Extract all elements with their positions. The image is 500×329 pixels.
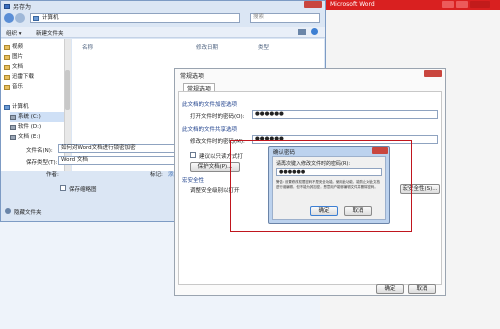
nav-item-pictures[interactable]: 图片 bbox=[4, 52, 23, 62]
savetype-select[interactable]: Word 文档 bbox=[58, 156, 178, 165]
drive-icon bbox=[10, 114, 16, 120]
address-bar[interactable]: 计算机 bbox=[30, 13, 240, 23]
options-ok-button[interactable]: 确定 bbox=[376, 284, 404, 294]
save-as-close-button[interactable] bbox=[304, 1, 322, 8]
nav-item-downloads[interactable]: 迅雷下载 bbox=[4, 72, 34, 82]
document-icon bbox=[4, 64, 10, 70]
nav-item-documents[interactable]: 文档 bbox=[4, 62, 23, 72]
options-close-button[interactable] bbox=[424, 70, 442, 77]
drive-icon bbox=[10, 134, 16, 140]
macro-security-heading: 宏安全性 bbox=[182, 178, 205, 184]
computer-icon bbox=[4, 104, 10, 110]
word-maximize-button[interactable] bbox=[456, 1, 468, 8]
hide-folders-icon[interactable] bbox=[5, 208, 11, 214]
word-window-title: Microsoft Word bbox=[330, 1, 375, 8]
download-icon bbox=[4, 74, 10, 80]
back-button[interactable] bbox=[4, 13, 14, 23]
nav-item-computer[interactable]: 计算机 bbox=[4, 102, 29, 112]
thumbnail-label: 保存缩略图 bbox=[69, 187, 97, 193]
open-password-label: 打开文件时的密码(O): bbox=[190, 114, 245, 120]
options-title: 常规选项 bbox=[180, 73, 205, 80]
organize-button[interactable]: 组织 ▾ bbox=[6, 29, 22, 37]
readonly-checkbox[interactable] bbox=[190, 152, 196, 158]
music-icon bbox=[4, 84, 10, 90]
nav-item-drive-e[interactable]: 文档 (E:) bbox=[10, 132, 40, 142]
thumbnail-checkbox[interactable] bbox=[60, 185, 66, 191]
options-cancel-button[interactable]: 取消 bbox=[408, 284, 436, 294]
video-icon bbox=[4, 44, 10, 50]
filename-label: 文件名(N): bbox=[26, 148, 53, 154]
section-modify-heading: 此文档的文件共享选项 bbox=[182, 127, 238, 133]
pictures-icon bbox=[4, 54, 10, 60]
nav-item-videos[interactable]: 视频 bbox=[4, 42, 23, 52]
nav-item-music[interactable]: 音乐 bbox=[4, 82, 23, 92]
search-input[interactable]: 搜索 bbox=[250, 13, 320, 23]
save-as-icon bbox=[4, 4, 10, 9]
hide-folders-button[interactable]: 隐藏文件夹 bbox=[14, 208, 42, 216]
column-type[interactable]: 类型 bbox=[258, 43, 269, 51]
forward-button[interactable] bbox=[15, 13, 25, 23]
computer-icon bbox=[33, 15, 39, 21]
filename-input[interactable]: 如何对Word文档进行锁密加密 bbox=[58, 144, 178, 153]
help-icon[interactable] bbox=[311, 28, 318, 35]
column-name[interactable]: 名称 bbox=[82, 43, 93, 51]
section-open-heading: 此文档的文件加密选项 bbox=[182, 102, 238, 108]
nav-scrollbar-thumb[interactable] bbox=[65, 70, 70, 110]
word-close-button[interactable] bbox=[470, 1, 490, 8]
save-as-title: 另存为 bbox=[4, 2, 31, 11]
nav-item-drive-c[interactable]: 系统 (C:) bbox=[10, 112, 68, 122]
authors-label: 作者: bbox=[46, 172, 59, 178]
word-minimize-button[interactable] bbox=[442, 1, 454, 8]
nav-item-drive-d[interactable]: 软件 (D:) bbox=[10, 122, 41, 132]
tags-label: 标记: bbox=[150, 172, 163, 178]
savetype-label: 保存类型(T): bbox=[26, 160, 58, 166]
drive-icon bbox=[10, 124, 16, 130]
new-folder-button[interactable]: 新建文件夹 bbox=[36, 29, 64, 37]
open-password-input[interactable]: ●●●●●● bbox=[252, 110, 438, 119]
column-modified[interactable]: 修改日期 bbox=[196, 43, 218, 51]
view-options-icon[interactable] bbox=[298, 29, 306, 35]
highlight-box bbox=[230, 140, 412, 232]
